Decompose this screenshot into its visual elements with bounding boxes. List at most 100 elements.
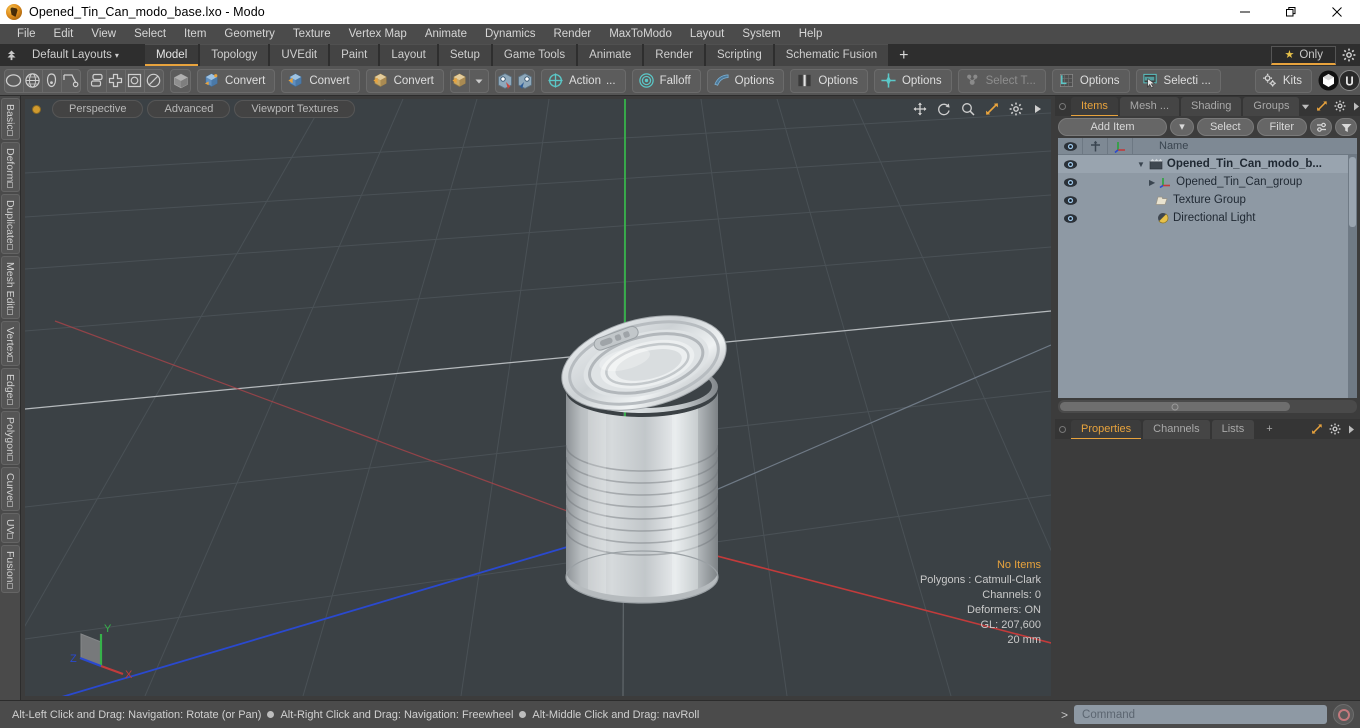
rail-tab-basic[interactable]: Basic bbox=[0, 98, 20, 140]
table-row[interactable]: ▼ Opened_Tin_Can_modo_b... bbox=[1058, 155, 1357, 173]
menu-file[interactable]: File bbox=[8, 24, 45, 44]
command-input[interactable] bbox=[1074, 705, 1327, 724]
menu-render[interactable]: Render bbox=[544, 24, 600, 44]
menu-system[interactable]: System bbox=[733, 24, 789, 44]
row-visibility-eye-icon[interactable] bbox=[1058, 213, 1083, 224]
close-icon[interactable] bbox=[1314, 0, 1360, 24]
fit-icon[interactable] bbox=[985, 102, 999, 116]
chevron-right-icon[interactable] bbox=[1352, 101, 1360, 112]
workplane-align-icon[interactable] bbox=[496, 69, 516, 92]
add-properties-tab-button[interactable]: + bbox=[1256, 420, 1282, 439]
rail-tab-uv[interactable]: UV bbox=[0, 512, 20, 544]
chevron-down-icon[interactable] bbox=[470, 70, 489, 92]
selection-button[interactable]: Selecti ... bbox=[1135, 68, 1221, 93]
tab-lists[interactable]: Lists bbox=[1211, 419, 1255, 439]
tab-layout[interactable]: Layout bbox=[380, 44, 437, 66]
rail-tab-edge[interactable]: Edge bbox=[0, 368, 20, 409]
opened-tin-can-3d-model[interactable] bbox=[544, 295, 754, 625]
restore-icon[interactable] bbox=[1268, 0, 1314, 24]
properties-menu-dot[interactable] bbox=[1059, 425, 1066, 433]
radial-icon[interactable] bbox=[145, 70, 164, 92]
select-through-button[interactable]: Select T... bbox=[957, 68, 1046, 93]
action-center-button[interactable]: Action ... bbox=[541, 68, 626, 93]
record-icon[interactable] bbox=[1333, 704, 1354, 725]
menu-help[interactable]: Help bbox=[790, 24, 832, 44]
globe-icon[interactable] bbox=[24, 69, 43, 92]
viewport-3d-canvas[interactable]: Y X Z No Items Polygons : Catmull-Clark … bbox=[25, 99, 1051, 696]
solid-cube-icon[interactable] bbox=[171, 70, 190, 92]
row-visibility-eye-icon[interactable] bbox=[1058, 159, 1083, 170]
viewport-menu-dot[interactable] bbox=[32, 104, 41, 114]
rail-tab-duplicate[interactable]: Duplicate bbox=[0, 194, 20, 254]
viewport-textures[interactable]: Viewport Textures bbox=[234, 100, 356, 118]
minimize-icon[interactable] bbox=[1222, 0, 1268, 24]
layout-tree-icon[interactable] bbox=[0, 44, 22, 66]
menu-geometry[interactable]: Geometry bbox=[215, 24, 284, 44]
options-button-2[interactable]: Options bbox=[790, 68, 868, 93]
curve-icon[interactable] bbox=[62, 70, 81, 92]
items-list-vertical-scrollbar[interactable] bbox=[1348, 155, 1357, 398]
tab-animate[interactable]: Animate bbox=[578, 44, 643, 66]
unreal-icon[interactable] bbox=[1339, 70, 1360, 92]
add-layout-tab-button[interactable]: + bbox=[890, 46, 917, 66]
pen-icon[interactable] bbox=[43, 69, 62, 92]
scrollbar-thumb[interactable] bbox=[1349, 157, 1356, 227]
row-visibility-eye-icon[interactable] bbox=[1058, 195, 1083, 206]
tab-schematic-fusion[interactable]: Schematic Fusion bbox=[774, 44, 889, 66]
mirror-icon[interactable] bbox=[88, 69, 107, 92]
pan-icon[interactable] bbox=[913, 102, 927, 116]
menu-vertex-map[interactable]: Vertex Map bbox=[340, 24, 416, 44]
gear-icon[interactable] bbox=[1329, 423, 1341, 435]
row-expander[interactable]: ▼ bbox=[1137, 160, 1145, 169]
tab-game-tools[interactable]: Game Tools bbox=[492, 44, 577, 66]
center-icon[interactable] bbox=[126, 69, 145, 92]
row-visibility-eye-icon[interactable] bbox=[1058, 177, 1083, 188]
tab-model[interactable]: Model bbox=[144, 44, 199, 66]
tab-shading[interactable]: Shading bbox=[1181, 96, 1242, 116]
add-item-dropdown[interactable]: ▾ bbox=[1169, 118, 1194, 136]
only-toggle-button[interactable]: ★ Only bbox=[1271, 45, 1336, 65]
rotate-icon[interactable] bbox=[937, 102, 951, 116]
rail-tab-fusion[interactable]: Fusion bbox=[0, 545, 20, 593]
expand-icon[interactable] bbox=[1311, 423, 1323, 435]
table-row[interactable]: Directional Light bbox=[1058, 209, 1357, 227]
menu-maxtomodo[interactable]: MaxToModo bbox=[600, 24, 681, 44]
tab-paint[interactable]: Paint bbox=[330, 44, 379, 66]
options-button-4[interactable]: Options bbox=[1051, 68, 1130, 93]
chevron-right-icon[interactable] bbox=[1033, 103, 1043, 115]
circle-icon[interactable] bbox=[5, 69, 24, 92]
kits-button[interactable]: Kits bbox=[1254, 68, 1313, 93]
table-row[interactable]: Texture Group bbox=[1058, 191, 1357, 209]
falloff-button[interactable]: Falloff bbox=[631, 68, 701, 93]
convert-cube-icon[interactable] bbox=[451, 69, 470, 92]
viewport-view-mode[interactable]: Perspective bbox=[52, 100, 144, 118]
tab-channels[interactable]: Channels bbox=[1143, 419, 1210, 439]
scrollbar-thumb[interactable] bbox=[1060, 402, 1290, 411]
tab-setup[interactable]: Setup bbox=[438, 44, 491, 66]
items-list-horizontal-scrollbar[interactable] bbox=[1058, 400, 1357, 413]
default-layouts-dropdown[interactable]: Default Layouts ▾ bbox=[22, 49, 127, 61]
gear-icon[interactable] bbox=[1009, 102, 1023, 116]
chevron-right-icon[interactable] bbox=[1347, 424, 1356, 435]
viewport-shading[interactable]: Advanced bbox=[147, 100, 231, 118]
menu-layout[interactable]: Layout bbox=[681, 24, 734, 44]
menu-view[interactable]: View bbox=[82, 24, 125, 44]
items-list[interactable]: Name ▼ Opened_Tin_Can_modo_b... ▶ Opened… bbox=[1058, 138, 1357, 398]
options-button-3[interactable]: Options bbox=[873, 68, 952, 93]
add-item-button[interactable]: Add Item bbox=[1058, 118, 1167, 136]
rail-tab-curve[interactable]: Curve bbox=[0, 466, 20, 511]
rail-tab-vertex[interactable]: Vertex bbox=[0, 320, 20, 367]
tab-render[interactable]: Render bbox=[644, 44, 704, 66]
menu-texture[interactable]: Texture bbox=[284, 24, 340, 44]
substance-icon[interactable] bbox=[1318, 70, 1339, 92]
symmetry-icon[interactable] bbox=[107, 69, 126, 92]
rail-tab-mesh-edit[interactable]: Mesh Edit bbox=[0, 255, 20, 319]
zoom-icon[interactable] bbox=[961, 102, 975, 116]
tab-groups[interactable]: Groups bbox=[1243, 96, 1300, 116]
menu-dynamics[interactable]: Dynamics bbox=[476, 24, 544, 44]
menu-item[interactable]: Item bbox=[175, 24, 215, 44]
gear-icon[interactable] bbox=[1334, 100, 1346, 112]
convert-button-3[interactable]: Convert bbox=[365, 68, 444, 93]
gear-icon[interactable] bbox=[1342, 48, 1356, 62]
filter-button[interactable]: Filter bbox=[1256, 118, 1307, 136]
